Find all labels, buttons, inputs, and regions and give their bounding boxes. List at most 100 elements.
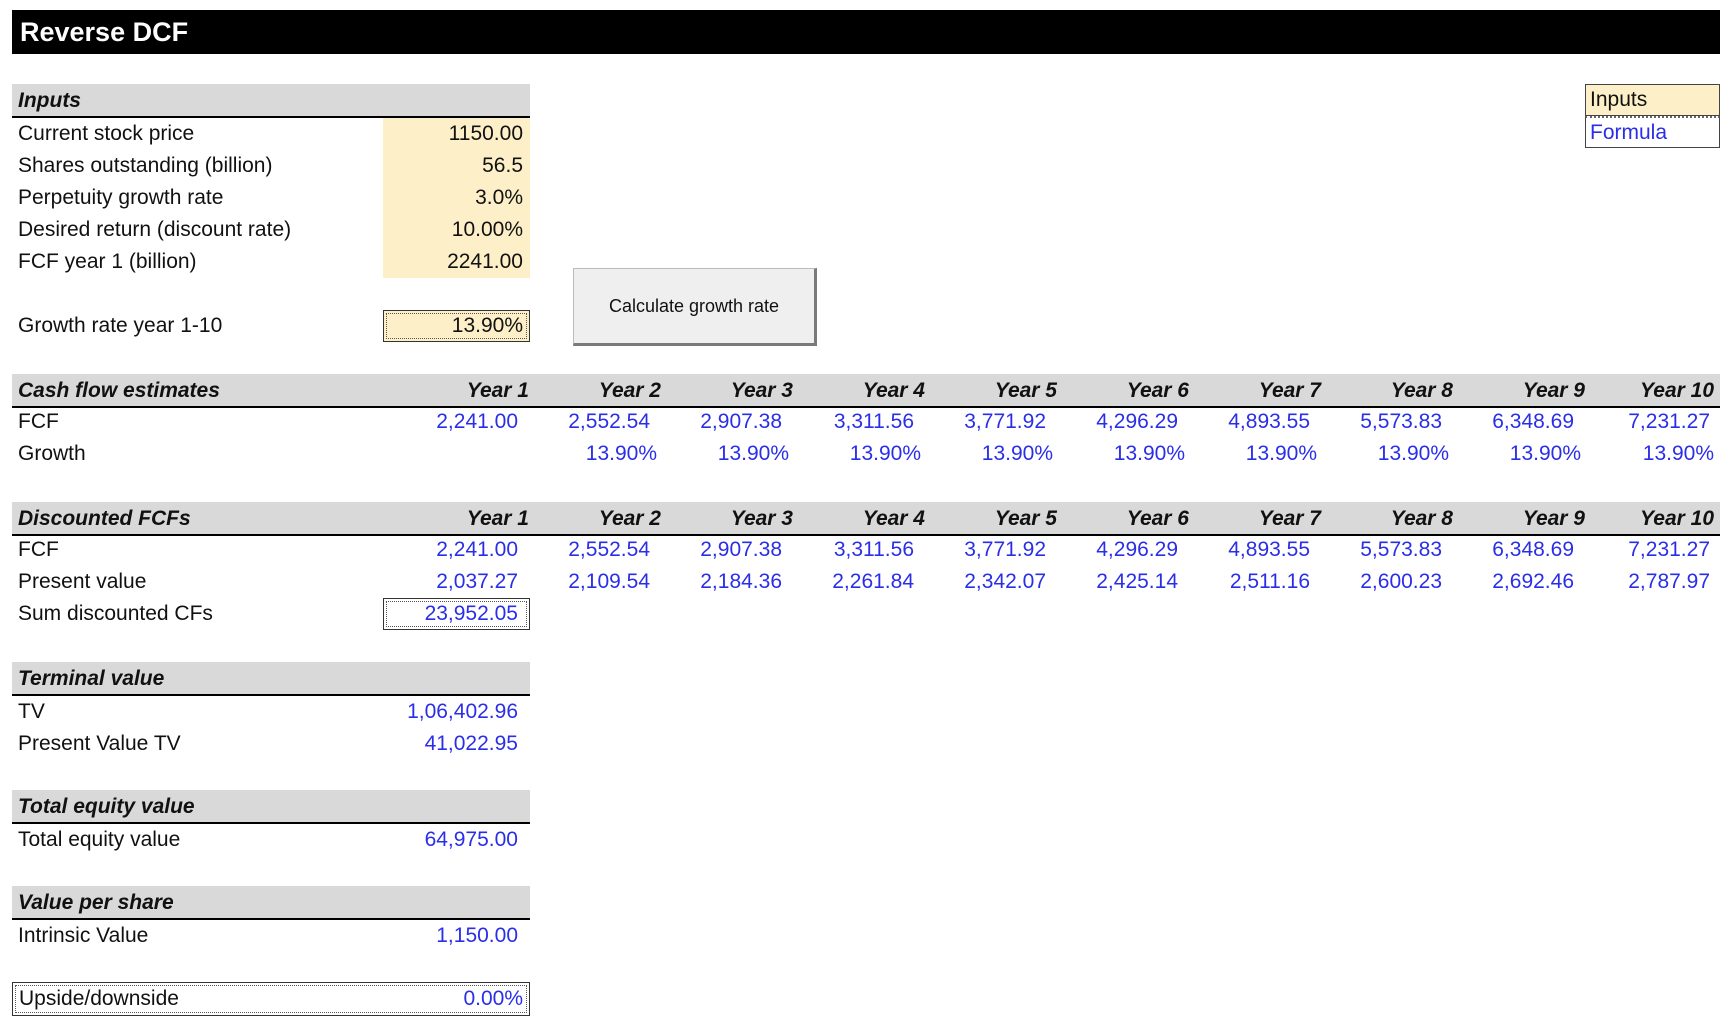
cf-year-9: Year 9: [1522, 379, 1585, 402]
cf-year-2: Year 2: [598, 379, 661, 402]
dc-pv-y5: 2,342.07: [964, 570, 1046, 593]
upside-value: 0.00%: [463, 987, 523, 1010]
upside-row: Upside/downside 0.00%: [12, 982, 530, 1016]
dc-year-3: Year 3: [730, 507, 793, 530]
cf-growth-label: Growth: [18, 442, 86, 465]
input-label-discount-rate: Desired return (discount rate): [18, 218, 292, 241]
cf-year-1: Year 1: [466, 379, 529, 402]
dc-year-9: Year 9: [1522, 507, 1585, 530]
pv-tv-value: 41,022.95: [424, 732, 518, 755]
cf-year-4: Year 4: [862, 379, 925, 402]
dc-fcf-y9: 6,348.69: [1492, 538, 1574, 561]
inputs-header: Inputs: [18, 89, 81, 112]
per-share-header-bar: Value per share: [12, 886, 530, 920]
cf-fcf-y1: 2,241.00: [436, 410, 518, 433]
dc-year-10: Year 10: [1640, 507, 1714, 530]
dc-pv-y6: 2,425.14: [1096, 570, 1178, 593]
per-share-header: Value per share: [18, 891, 174, 914]
dc-fcf-label: FCF: [18, 538, 59, 561]
cf-growth-y6: 13.90%: [1113, 442, 1185, 465]
input-label-stock-price: Current stock price: [18, 122, 195, 145]
dc-year-1: Year 1: [466, 507, 529, 530]
cf-fcf-y8: 5,573.83: [1360, 410, 1442, 433]
cf-growth-y2: 13.90%: [585, 442, 657, 465]
dc-fcf-y7: 4,893.55: [1228, 538, 1310, 561]
input-label-shares: Shares outstanding (billion): [18, 154, 273, 177]
cf-year-10: Year 10: [1640, 379, 1714, 402]
tv-label: TV: [18, 700, 45, 723]
dc-year-7: Year 7: [1258, 507, 1321, 530]
input-fcf-year1[interactable]: 2241.00: [383, 246, 523, 278]
input-shares[interactable]: 56.5: [383, 150, 523, 182]
input-label-fcf-year1: FCF year 1 (billion): [18, 250, 197, 273]
dc-pv-y4: 2,261.84: [832, 570, 914, 593]
dc-fcf-y5: 3,771.92: [964, 538, 1046, 561]
dc-fcf-y2: 2,552.54: [568, 538, 650, 561]
dc-pv-label: Present value: [18, 570, 147, 593]
terminal-header-bar: Terminal value: [12, 662, 530, 696]
cf-year-5: Year 5: [994, 379, 1057, 402]
dc-pv-y9: 2,692.46: [1492, 570, 1574, 593]
cf-growth-y4: 13.90%: [849, 442, 921, 465]
cash-flow-header: Cash flow estimates: [18, 379, 220, 402]
dc-fcf-y8: 5,573.83: [1360, 538, 1442, 561]
cf-year-8: Year 8: [1390, 379, 1453, 402]
sum-discounted-value[interactable]: 23,952.05: [383, 598, 530, 630]
dc-year-2: Year 2: [598, 507, 661, 530]
cf-fcf-y9: 6,348.69: [1492, 410, 1574, 433]
dc-pv-y2: 2,109.54: [568, 570, 650, 593]
terminal-header: Terminal value: [18, 667, 165, 690]
inputs-header-bar: Inputs: [12, 84, 530, 118]
cf-growth-y9: 13.90%: [1509, 442, 1581, 465]
dc-fcf-y3: 2,907.38: [700, 538, 782, 561]
dc-fcf-y4: 3,311.56: [833, 538, 914, 561]
input-perp-growth[interactable]: 3.0%: [383, 182, 523, 214]
cf-fcf-y4: 3,311.56: [833, 410, 914, 433]
cf-fcf-label: FCF: [18, 410, 59, 433]
sum-discounted-label: Sum discounted CFs: [18, 602, 213, 625]
input-discount-rate[interactable]: 10.00%: [383, 214, 523, 246]
discounted-header-bar: Discounted FCFs Year 1 Year 2 Year 3 Yea…: [12, 502, 1720, 536]
cf-year-7: Year 7: [1258, 379, 1321, 402]
cash-flow-header-bar: Cash flow estimates Year 1 Year 2 Year 3…: [12, 374, 1720, 408]
pv-tv-label: Present Value TV: [18, 732, 181, 755]
input-label-perp-growth: Perpetuity growth rate: [18, 186, 224, 209]
dc-pv-y10: 2,787.97: [1628, 570, 1710, 593]
dc-pv-y3: 2,184.36: [700, 570, 782, 593]
equity-header: Total equity value: [18, 795, 195, 818]
cf-growth-y7: 13.90%: [1245, 442, 1317, 465]
sheet-title: Reverse DCF: [12, 10, 1720, 54]
input-stock-price[interactable]: 1150.00: [383, 118, 523, 150]
cf-year-6: Year 6: [1126, 379, 1189, 402]
cf-growth-y8: 13.90%: [1377, 442, 1449, 465]
cf-fcf-y3: 2,907.38: [700, 410, 782, 433]
dc-year-8: Year 8: [1390, 507, 1453, 530]
dc-pv-y7: 2,511.16: [1229, 570, 1310, 593]
growth-rate-label: Growth rate year 1-10: [18, 314, 223, 337]
tv-value: 1,06,402.96: [407, 700, 518, 723]
cf-fcf-y10: 7,231.27: [1628, 410, 1710, 433]
cf-growth-y3: 13.90%: [717, 442, 789, 465]
discounted-header: Discounted FCFs: [18, 507, 191, 530]
growth-rate-cell[interactable]: 13.90%: [383, 310, 530, 342]
dc-year-4: Year 4: [862, 507, 925, 530]
legend-formula: Formula: [1585, 116, 1720, 148]
cf-fcf-y2: 2,552.54: [568, 410, 650, 433]
upside-label: Upside/downside: [19, 987, 179, 1010]
dc-fcf-y6: 4,296.29: [1096, 538, 1178, 561]
dc-pv-y1: 2,037.27: [436, 570, 518, 593]
cf-growth-y5: 13.90%: [981, 442, 1053, 465]
dc-fcf-y1: 2,241.00: [436, 538, 518, 561]
dc-fcf-y10: 7,231.27: [1628, 538, 1710, 561]
legend-inputs: Inputs: [1585, 84, 1720, 116]
dc-year-5: Year 5: [994, 507, 1057, 530]
cf-year-3: Year 3: [730, 379, 793, 402]
dc-year-6: Year 6: [1126, 507, 1189, 530]
intrinsic-value-label: Intrinsic Value: [18, 924, 149, 947]
cf-fcf-y5: 3,771.92: [964, 410, 1046, 433]
calculate-growth-rate-button[interactable]: Calculate growth rate: [573, 268, 817, 346]
cf-fcf-y7: 4,893.55: [1228, 410, 1310, 433]
equity-label: Total equity value: [18, 828, 181, 851]
intrinsic-value: 1,150.00: [436, 924, 518, 947]
equity-value: 64,975.00: [424, 828, 518, 851]
